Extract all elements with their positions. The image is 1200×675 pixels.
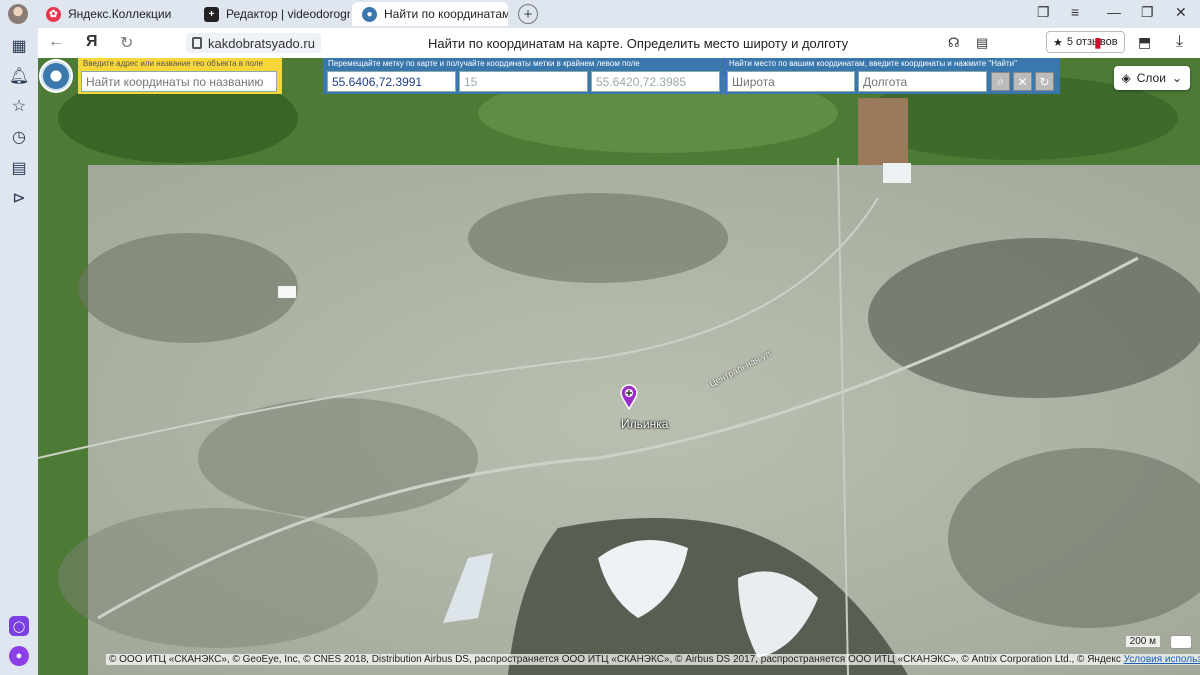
scale-bar: 200 м [1125,636,1160,647]
layers-icon: ◈ [1121,71,1131,85]
tab-coordinates[interactable]: ● Найти по координатам н ✕ [352,2,508,26]
tab-editor[interactable]: + Редактор | videodorogrosi [194,2,350,26]
find-panel: Найти место по вашим координатам, введит… [724,58,1060,94]
latitude-input[interactable] [727,71,855,92]
notes-icon[interactable]: ▤ [9,158,29,178]
satellite-imagery [38,58,1200,675]
play-icon[interactable]: ⊳ [9,188,29,208]
ruler-icon[interactable] [1170,635,1192,649]
tab-collections[interactable]: ✿ Яндекс.Коллекции [36,2,190,26]
close-window-icon[interactable]: ✕ [1175,4,1187,21]
search-icon[interactable]: ⌕ [991,72,1010,91]
lock-icon [192,37,202,49]
share-icon[interactable]: ⬒ [1138,34,1151,51]
clock-icon[interactable]: ◷ [9,127,29,147]
reviews-button[interactable]: ★ 5 отзывов [1046,31,1125,53]
search-panel: Введите адрес или название гео объекта в… [78,58,282,94]
layers-label: Слои [1136,71,1166,85]
corner-coords-field[interactable]: 55.6420,72.3985 [591,71,720,92]
find-hint: Найти место по вашим координатам, введит… [729,59,1017,68]
profile-avatar[interactable] [8,4,28,24]
search-input[interactable] [81,71,277,92]
url-field[interactable]: kakdobratsyado.ru [186,33,321,53]
back-icon[interactable]: ← [48,33,64,51]
bell-icon[interactable]: 🔔︎ [9,66,29,86]
star-filled-icon: ★ [1053,36,1063,49]
bookmark-icon[interactable]: ▮ [1094,34,1102,51]
new-tab-button[interactable]: + [518,4,538,24]
headphones-icon[interactable]: ☊ [948,35,960,51]
address-bar: ← Я ↻ kakdobratsyado.ru Найти по координ… [38,28,1200,58]
site-logo[interactable] [39,59,73,93]
bookmarks-icon[interactable]: ❐ [1037,4,1050,21]
alice-icon[interactable]: ◯ [9,616,29,636]
location-marker-icon[interactable] [620,384,638,410]
minimize-icon[interactable]: — [1107,4,1121,20]
marker-hint: Перемещайте метку по карте и получайте к… [328,59,640,68]
marker-coords-field[interactable]: 55.6406,72.3991 [327,71,456,92]
menu-icon[interactable]: ≡ [1071,4,1079,20]
page-title: Найти по координатам на карте. Определит… [428,36,849,51]
tab-label: Найти по координатам н [384,7,508,21]
chevron-down-icon: ⌄ [1171,71,1182,85]
copyright-text: © ООО ИТЦ «СКАНЭКС», © GeoEye, Inc, © CN… [109,654,1121,665]
assistant-icon[interactable]: ● [9,646,29,666]
place-label: Ильинка [621,417,669,431]
editor-icon: + [204,6,219,22]
restore-icon[interactable]: ❐ [1141,4,1154,21]
yandex-icon[interactable]: Я [86,33,98,51]
browser-tab-bar: ✿ Яндекс.Коллекции + Редактор | videodor… [0,0,1200,28]
tab-label: Яндекс.Коллекции [68,7,172,21]
layers-button[interactable]: ◈ Слои ⌄ [1113,66,1190,90]
grid-icon[interactable]: ▦ [9,36,29,56]
tab-label: Редактор | videodorogrosi [226,7,350,21]
browser-sidebar: ▦ 🔔︎ ☆ ◷ ▤ ⊳ ◯ ● [0,28,38,675]
reviews-label: 5 отзывов [1066,36,1118,48]
reader-icon[interactable]: ▤ [976,35,988,51]
search-hint: Введите адрес или название гео объекта в… [83,59,263,68]
collections-icon: ✿ [46,6,61,22]
terms-link[interactable]: Условия использования [1124,654,1200,665]
clear-icon[interactable]: ✕ [1013,72,1032,91]
marker-panel: Перемещайте метку по карте и получайте к… [323,58,723,94]
download-icon[interactable]: ⤓ [1176,33,1183,51]
site-icon: ● [362,6,377,22]
longitude-input[interactable] [858,71,987,92]
star-icon[interactable]: ☆ [9,96,29,116]
refresh-icon[interactable]: ↻ [1035,72,1054,91]
map-copyright: © ООО ИТЦ «СКАНЭКС», © GeoEye, Inc, © CN… [106,654,1200,665]
reload-icon[interactable]: ↻ [120,33,133,53]
zoom-field[interactable]: 15 [459,71,588,92]
url-text: kakdobratsyado.ru [208,35,315,51]
satellite-map[interactable]: Введите адрес или название гео объекта в… [38,58,1200,675]
